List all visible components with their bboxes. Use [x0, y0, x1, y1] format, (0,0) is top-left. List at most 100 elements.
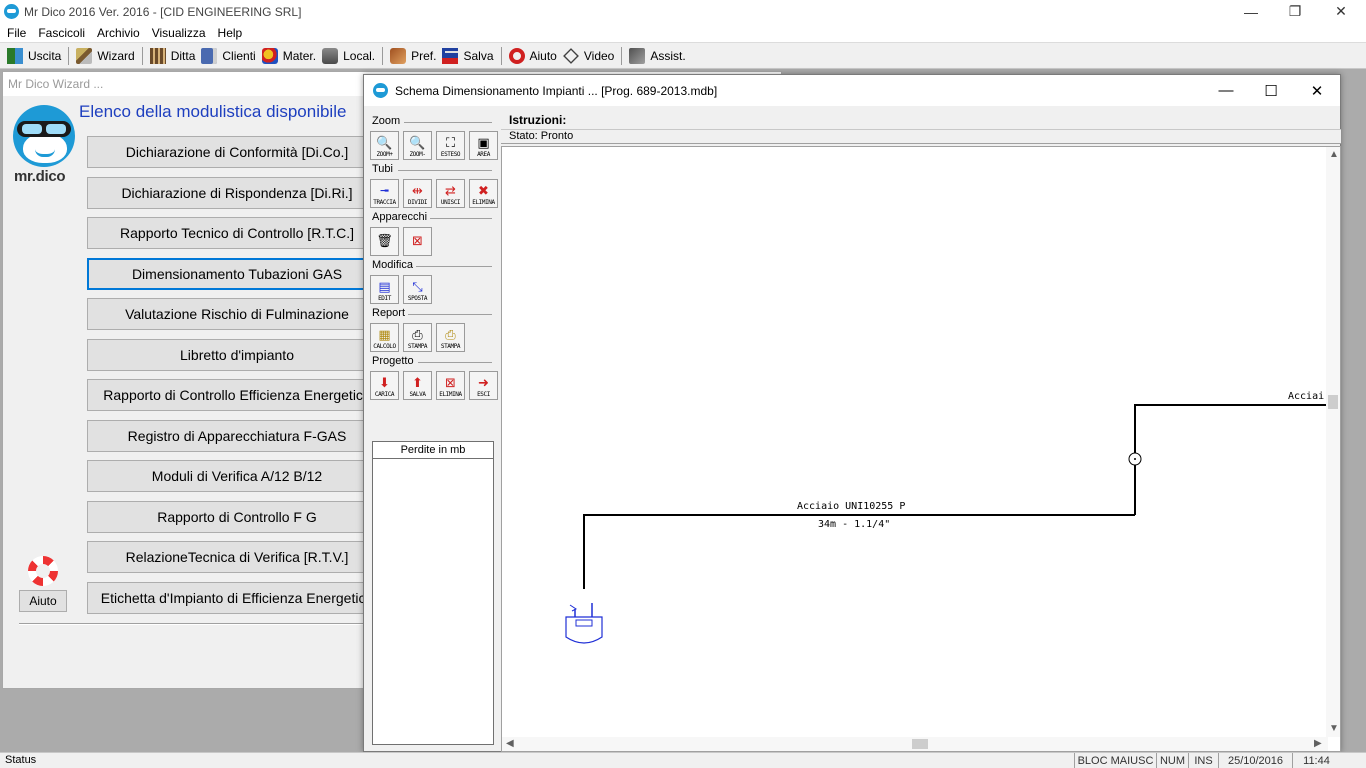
elimina-progetto-tool[interactable]: ⊠ ELIMINA: [436, 371, 465, 400]
salva-button[interactable]: Salva: [439, 45, 496, 67]
sposta-tool[interactable]: ⤡ SPOSTA: [403, 275, 432, 304]
delete-project-icon: ⊠: [445, 375, 456, 390]
stampa-tool-2[interactable]: ⎙ STAMPA: [436, 323, 465, 352]
wizard-button[interactable]: Wizard: [73, 45, 137, 67]
vertical-scroll-thumb[interactable]: [1328, 395, 1338, 409]
magnifier-minus-icon: 🔍: [409, 135, 426, 150]
lifebuoy-icon: [28, 556, 58, 586]
vertical-scrollbar[interactable]: ▲ ▼: [1326, 147, 1340, 737]
clients-book-icon: [201, 47, 218, 64]
horizontal-scroll-thumb[interactable]: [912, 739, 928, 749]
local-button[interactable]: Local.: [319, 45, 378, 67]
delete-pipe-icon: ✖: [478, 183, 489, 198]
aiuto-toolbar-button[interactable]: Aiuto: [506, 45, 560, 67]
istruzioni-label: Istruzioni:: [509, 113, 567, 127]
carica-tool[interactable]: ⬇ CARICA: [370, 371, 399, 400]
zoom-out-tool[interactable]: 🔍 ZOOM-: [403, 131, 432, 160]
dico-button[interactable]: Dichiarazione di Conformità [Di.Co.]: [87, 136, 387, 168]
rtc-button[interactable]: Rapporto Tecnico di Controllo [R.T.C.]: [87, 217, 387, 249]
zoom-in-tool[interactable]: 🔍 ZOOM+: [370, 131, 399, 160]
libretto-button[interactable]: Libretto d'impianto: [87, 339, 387, 371]
uscita-button[interactable]: Uscita: [4, 45, 64, 67]
add-appliance-tool[interactable]: 🗑: [370, 227, 399, 256]
edit-tool[interactable]: ▤ EDIT: [370, 275, 399, 304]
restore-button[interactable]: ❐: [1272, 0, 1318, 23]
calculator-icon: ▦: [378, 327, 391, 342]
assist-button[interactable]: Assist.: [626, 45, 688, 67]
traccia-tool[interactable]: ╼ TRACCIA: [370, 179, 399, 208]
assist-label: Assist.: [650, 48, 686, 63]
scroll-right-icon[interactable]: ▶: [1314, 738, 1322, 749]
mater-label: Mater.: [282, 48, 317, 63]
moduli-verifica-button[interactable]: Moduli di Verifica A/12 B/12: [87, 460, 387, 492]
group-modifica-line: [416, 266, 492, 267]
esci-tool[interactable]: ➜ ESCI: [469, 371, 498, 400]
scroll-up-icon[interactable]: ▲: [1329, 149, 1339, 160]
load-arrow-icon: ⬇: [379, 375, 390, 390]
zoom-area-tool[interactable]: ▣ AREA: [469, 131, 498, 160]
menu-archivio[interactable]: Archivio: [92, 26, 145, 40]
efficienza-energetica-button[interactable]: Rapporto di Controllo Efficienza Energet…: [87, 379, 387, 411]
building-icon: [149, 47, 166, 64]
close-button[interactable]: ✕: [1318, 0, 1364, 23]
clienti-button[interactable]: Clienti: [198, 45, 258, 67]
fulminazione-button[interactable]: Valutazione Rischio di Fulminazione: [87, 298, 387, 330]
unisci-text: UNISCI: [440, 199, 461, 206]
preferences-icon: [390, 47, 407, 64]
dividi-tool[interactable]: ⇹ DIVIDI: [403, 179, 432, 208]
calcolo-tool[interactable]: ▦ CALCOLO: [370, 323, 399, 352]
stampa-tool-1[interactable]: ⎙ STAMPA: [403, 323, 432, 352]
dividi-text: DIVIDI: [407, 199, 428, 206]
gas-appliance-symbol[interactable]: [565, 603, 603, 644]
dimensionamento-gas-button[interactable]: Dimensionamento Tubazioni GAS: [87, 258, 387, 290]
schema-app-icon: [373, 83, 388, 98]
ditta-button[interactable]: Ditta: [147, 45, 199, 67]
scroll-left-icon[interactable]: ◀: [506, 738, 514, 749]
status-text: Status: [5, 754, 37, 766]
pipe-diagram[interactable]: Acciaio UNI10255 P 34m - 1.1/4" Acciai: [502, 147, 1328, 737]
elimina-tubo-tool[interactable]: ✖ ELIMINA: [469, 179, 498, 208]
elimina-tubo-text: ELIMINA: [472, 199, 495, 206]
zoom-in-text: ZOOM+: [376, 151, 393, 158]
pipe-segment-3[interactable]: [1134, 404, 1328, 453]
group-apparecchi-line: [430, 218, 492, 219]
menu-help[interactable]: Help: [213, 26, 248, 40]
salva-tool[interactable]: ⬆ SALVA: [403, 371, 432, 400]
schema-close-button[interactable]: ✕: [1294, 75, 1340, 106]
num-lock-indicator: NUM: [1156, 753, 1188, 768]
time-indicator: 11:44: [1292, 753, 1340, 768]
horizontal-scrollbar[interactable]: ◀ ▶: [502, 737, 1328, 751]
save-floppy-icon: [442, 47, 459, 64]
unisci-tool[interactable]: ⇄ UNISCI: [436, 179, 465, 208]
zoom-area-icon: ▣: [477, 135, 490, 150]
menu-visualizza[interactable]: Visualizza: [147, 26, 211, 40]
minimize-button[interactable]: —: [1228, 0, 1274, 23]
group-apparecchi-label: Apparecchi: [372, 211, 428, 223]
rtv-button[interactable]: RelazioneTecnica di Verifica [R.T.V.]: [87, 541, 387, 573]
registro-fgas-button[interactable]: Registro di Apparecchiatura F-GAS: [87, 420, 387, 452]
schema-canvas[interactable]: Acciaio UNI10255 P 34m - 1.1/4" Acciai ▲…: [501, 146, 1341, 752]
schema-maximize-button[interactable]: ☐: [1248, 75, 1294, 106]
schema-window: Schema Dimensionamento Impianti ... [Pro…: [363, 74, 1341, 752]
scroll-down-icon[interactable]: ▼: [1329, 723, 1339, 734]
schema-minimize-button[interactable]: —: [1203, 75, 1249, 106]
diri-button[interactable]: Dichiarazione di Rispondenza [Di.Ri.]: [87, 177, 387, 209]
insert-indicator: INS: [1188, 753, 1218, 768]
toolbar-separator: [621, 46, 623, 65]
wizard-wand-icon: [76, 47, 93, 64]
main-toolbar: Uscita Wizard Ditta Clienti Mater. Local…: [0, 42, 1366, 69]
menu-file[interactable]: File: [2, 26, 31, 40]
toolbar-separator: [68, 46, 70, 65]
controllo-fg-button[interactable]: Rapporto di Controllo F G: [87, 501, 387, 533]
menu-fascicoli[interactable]: Fascicoli: [33, 26, 90, 40]
wizard-aiuto-button[interactable]: Aiuto: [19, 590, 67, 612]
video-button[interactable]: Video: [560, 45, 617, 67]
mater-button[interactable]: Mater.: [259, 45, 319, 67]
etichetta-impianto-button[interactable]: Etichetta d'Impianto di Efficienza Energ…: [87, 582, 387, 614]
move-icon: ⤡: [412, 279, 423, 294]
edit-text: EDIT: [378, 295, 391, 302]
delete-appliance-tool[interactable]: ⊠: [403, 227, 432, 256]
pref-button[interactable]: Pref.: [387, 45, 439, 67]
delete-appliance-icon: ⊠: [412, 233, 423, 248]
zoom-esteso-tool[interactable]: ⛶ ESTESO: [436, 131, 465, 160]
